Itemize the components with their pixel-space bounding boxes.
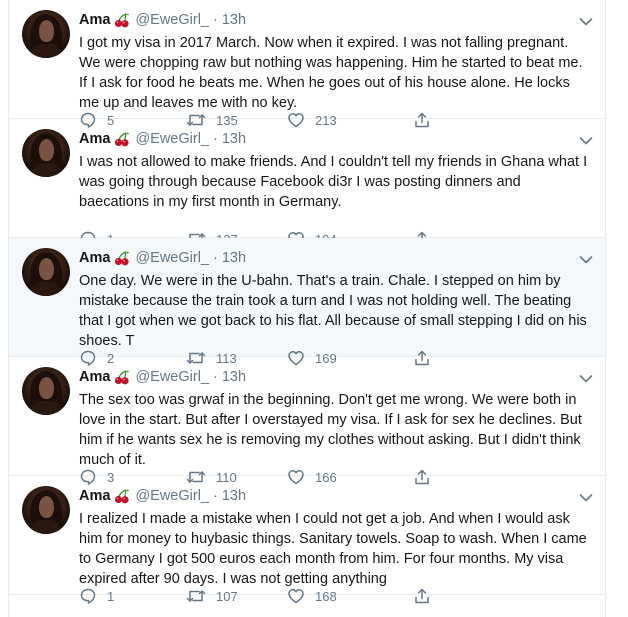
like-count: 168 — [315, 588, 337, 604]
tweet[interactable]: Ama @EweGirl_ · 13h I was not allowed to… — [9, 119, 605, 247]
avatar[interactable] — [22, 367, 70, 415]
tweet-timestamp[interactable]: 13h — [222, 488, 246, 504]
chevron-down-icon[interactable] — [579, 133, 593, 145]
tweet-header: Ama @EweGirl_ · 13h — [79, 11, 246, 29]
tweet[interactable]: Ama @EweGirl_ · 13h The sex too was grwa… — [9, 357, 605, 485]
user-handle[interactable]: @EweGirl_ — [135, 488, 209, 504]
avatar-face — [39, 139, 54, 161]
retweet-button[interactable]: 107 — [186, 587, 238, 605]
tweet-text: I got my visa in 2017 March. Now when it… — [79, 35, 583, 111]
cherries-emoji — [114, 369, 130, 385]
cherries-emoji — [114, 488, 130, 504]
chevron-down-icon[interactable] — [579, 14, 593, 26]
reply-icon — [80, 588, 96, 604]
avatar-body — [32, 44, 60, 58]
reply-count: 1 — [107, 588, 115, 604]
tweet[interactable]: Ama @EweGirl_ · 13h One day. We were in … — [9, 238, 605, 366]
avatar[interactable] — [22, 129, 70, 177]
retweet-count: 107 — [216, 588, 238, 604]
avatar-face — [39, 496, 54, 518]
tweet[interactable]: Ama @EweGirl_ · 13h I got my visa in 201… — [9, 0, 605, 128]
display-name[interactable]: Ama — [79, 488, 110, 504]
user-handle[interactable]: @EweGirl_ — [135, 12, 209, 28]
avatar-face — [39, 20, 54, 42]
avatar-body — [32, 163, 60, 177]
tweet-text: One day. We were in the U-bahn. That's a… — [79, 273, 587, 349]
separator-dot: · — [212, 250, 218, 266]
reply-button[interactable]: 1 — [79, 587, 114, 605]
avatar[interactable] — [22, 10, 70, 58]
tweet-text: I realized I made a mistake when I could… — [79, 511, 587, 587]
avatar-face — [39, 258, 54, 280]
tweet-header: Ama @EweGirl_ · 13h — [79, 487, 246, 505]
tweet-timestamp[interactable]: 13h — [222, 12, 246, 28]
avatar[interactable] — [22, 486, 70, 534]
tweet[interactable]: Ama @EweGirl_ · 13h I realized I made a … — [9, 476, 605, 604]
tweet-timestamp[interactable]: 13h — [222, 250, 246, 266]
heart-icon — [288, 589, 304, 604]
like-button[interactable]: 168 — [287, 587, 337, 605]
tweet-text: I was not allowed to make friends. And I… — [79, 154, 588, 210]
tweet-header: Ama @EweGirl_ · 13h — [79, 130, 246, 148]
separator-dot: · — [212, 12, 218, 28]
display-name[interactable]: Ama — [79, 369, 110, 385]
chevron-down-icon[interactable] — [579, 252, 593, 264]
tweet-header: Ama @EweGirl_ · 13h — [79, 368, 246, 386]
chevron-down-icon[interactable] — [579, 490, 593, 502]
display-name[interactable]: Ama — [79, 12, 110, 28]
user-handle[interactable]: @EweGirl_ — [135, 369, 209, 385]
share-button[interactable] — [413, 587, 441, 605]
retweet-icon — [186, 590, 206, 602]
display-name[interactable]: Ama — [79, 131, 110, 147]
separator-dot: · — [212, 488, 218, 504]
avatar-body — [32, 401, 60, 415]
separator-dot: · — [212, 131, 218, 147]
cherries-emoji — [114, 250, 130, 266]
tweet-timestamp[interactable]: 13h — [222, 369, 246, 385]
separator-dot: · — [212, 369, 218, 385]
avatar-body — [32, 282, 60, 296]
share-icon — [415, 588, 429, 604]
tweet-timestamp[interactable]: 13h — [222, 131, 246, 147]
cherries-emoji — [114, 131, 130, 147]
cherries-emoji — [114, 12, 130, 28]
avatar-body — [32, 520, 60, 534]
tweet-actions: 1 107 168 — [79, 587, 509, 607]
user-handle[interactable]: @EweGirl_ — [135, 131, 209, 147]
timeline-feed: Ama @EweGirl_ · 13h I got my visa in 201… — [8, 0, 606, 617]
tweet-text: The sex too was grwaf in the beginning. … — [79, 392, 582, 468]
display-name[interactable]: Ama — [79, 250, 110, 266]
tweet-header: Ama @EweGirl_ · 13h — [79, 249, 246, 267]
user-handle[interactable]: @EweGirl_ — [135, 250, 209, 266]
chevron-down-icon[interactable] — [579, 371, 593, 383]
avatar[interactable] — [22, 248, 70, 296]
avatar-face — [39, 377, 54, 399]
